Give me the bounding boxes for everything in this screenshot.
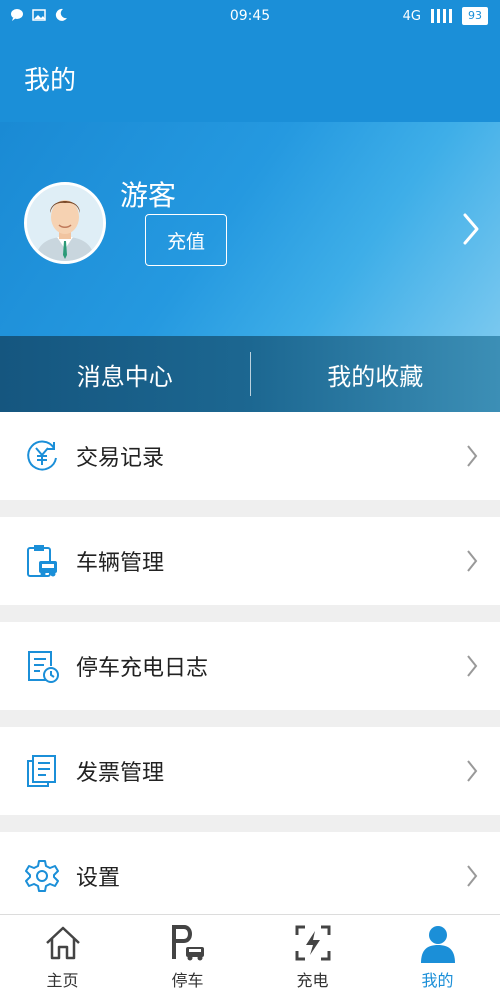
charging-icon — [293, 923, 333, 963]
chevron-right-icon — [466, 444, 478, 472]
title-bar: 我的 — [0, 34, 500, 122]
vehicle-clipboard-icon — [24, 543, 60, 579]
person-icon — [418, 923, 458, 963]
chevron-right-icon[interactable] — [462, 212, 480, 250]
menu-item-parking-charging-log[interactable]: 停车充电日志 — [0, 622, 500, 710]
parking-icon — [168, 923, 208, 963]
profile-card[interactable]: 游客 充值 — [0, 122, 500, 336]
message-center-button[interactable]: 消息中心 — [0, 336, 250, 412]
chevron-right-icon — [466, 549, 478, 577]
bottom-nav: 主页 停车 充电 我的 — [0, 914, 500, 1001]
battery-icon: 93 — [462, 7, 488, 25]
menu-label: 车辆管理 — [76, 545, 164, 577]
avatar[interactable] — [24, 182, 106, 264]
log-clock-icon — [24, 648, 60, 684]
recharge-button[interactable]: 充值 — [145, 214, 227, 266]
nav-parking[interactable]: 停车 — [125, 915, 250, 1001]
chevron-right-icon — [466, 864, 478, 892]
nav-label: 充电 — [296, 967, 328, 991]
menu-item-transactions[interactable]: 交易记录 — [0, 412, 500, 500]
home-icon — [43, 923, 83, 963]
status-bar: 09:45 4G 93 — [0, 0, 500, 34]
nav-label: 我的 — [421, 967, 453, 991]
quick-actions-bar: 消息中心 我的收藏 — [0, 336, 500, 412]
person-avatar-icon — [27, 185, 103, 261]
invoice-icon — [24, 753, 60, 789]
signal-icon — [431, 9, 452, 23]
nav-mine[interactable]: 我的 — [375, 915, 500, 1001]
menu-item-vehicles[interactable]: 车辆管理 — [0, 517, 500, 605]
username: 游客 — [120, 174, 176, 214]
gear-icon — [24, 858, 60, 894]
favorites-button[interactable]: 我的收藏 — [251, 336, 500, 412]
menu-item-invoices[interactable]: 发票管理 — [0, 727, 500, 815]
menu-label: 交易记录 — [76, 440, 164, 472]
status-icons-right: 4G 93 — [403, 7, 488, 25]
menu-label: 发票管理 — [76, 755, 164, 787]
menu-label: 停车充电日志 — [76, 650, 208, 682]
yuan-circle-icon — [24, 438, 60, 474]
nav-label: 停车 — [171, 967, 203, 991]
chevron-right-icon — [466, 654, 478, 682]
page-title: 我的 — [24, 60, 76, 97]
nav-label: 主页 — [46, 967, 78, 991]
nav-home[interactable]: 主页 — [0, 915, 125, 1001]
network-label: 4G — [403, 9, 421, 24]
chevron-right-icon — [466, 759, 478, 787]
menu-item-settings[interactable]: 设置 — [0, 832, 500, 920]
menu-label: 设置 — [76, 860, 120, 892]
nav-charging[interactable]: 充电 — [250, 915, 375, 1001]
